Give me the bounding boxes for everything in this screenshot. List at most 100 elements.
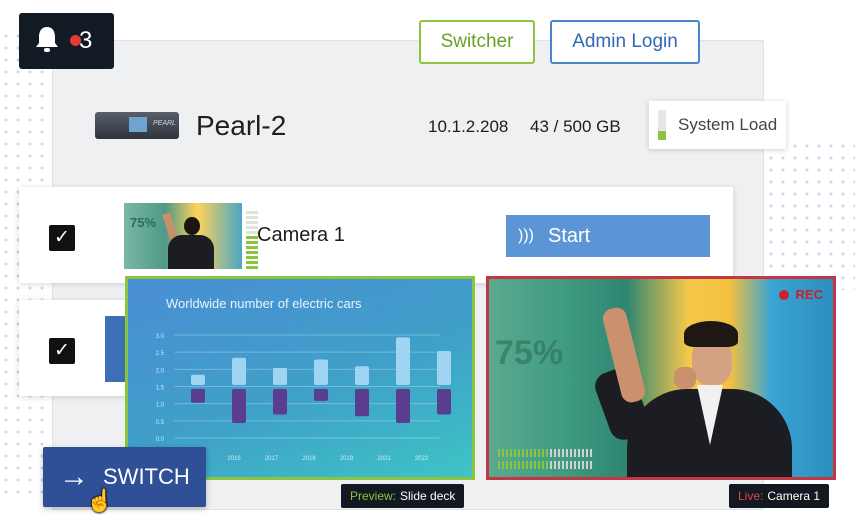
presenter-hair [684,321,738,347]
meter-segment [550,461,552,469]
device-ip: 10.1.2.208 [428,117,509,136]
bar-negative [396,389,410,423]
meter-segment [542,449,544,457]
meter-segment [506,461,508,469]
preview-tag-value: Slide deck [400,489,456,503]
notifications-button[interactable]: 3 [19,13,114,69]
x-tick-label: 2022 [415,456,429,462]
meter-segment [538,449,540,457]
x-tick-label: 2018 [302,456,316,462]
presenter-body [168,235,214,269]
preview-tag: Preview: Slide deck [341,484,465,508]
meter-segment [574,461,576,469]
presenter-head [184,217,200,235]
switch-button-label: SWITCH [103,464,190,489]
meter-segment [498,449,500,457]
meter-segment [510,461,512,469]
bar-negative [191,389,205,403]
bar-positive [437,351,451,385]
meter-segment [566,449,568,457]
meter-segment [546,449,548,457]
y-tick-label: 0.5 [156,420,165,426]
start-button-label: Start [547,224,591,247]
preview-tag-key: Preview: [350,489,397,503]
rec-label: REC [795,287,823,302]
broadcast-icon: ))) [518,227,534,244]
channel-thumbnail[interactable]: 75% [124,203,242,269]
meter-segment [506,449,508,457]
meter-segment [526,449,528,457]
meter-segment [526,461,528,469]
meter-segment [554,461,556,469]
rec-indicator: REC [778,287,823,302]
switch-button[interactable]: → SWITCH [43,447,206,507]
meter-segment [590,461,592,469]
device-storage: 43 / 500 GB [530,117,621,136]
x-tick-label: 2016 [227,456,241,462]
meter-segment [586,461,588,469]
channel-checkbox[interactable]: ✓ [49,338,75,364]
device-screen [129,117,147,132]
meter-segment [538,461,540,469]
meter-segment [554,449,556,457]
system-load-fill [658,131,666,140]
admin-login-button[interactable]: Admin Login [550,20,700,64]
switcher-button[interactable]: Switcher [419,20,535,64]
meter-segment [514,449,516,457]
bar-negative [355,389,369,417]
y-tick-label: 2.0 [156,368,165,374]
thumbnail-overlay-text: 75% [130,215,157,230]
arrow-right-icon: → [59,460,89,493]
meter-segment [514,461,516,469]
meter-segment [562,449,564,457]
meter-segment [518,461,520,469]
meter-segment [518,449,520,457]
meter-segment [558,449,560,457]
y-tick-label: 1.5 [156,386,165,392]
meter-segment [558,461,560,469]
live-monitor[interactable]: 75% REC [486,276,836,480]
meter-segment [498,461,500,469]
meter-segment [522,449,524,457]
meter-segment [550,449,552,457]
bar-negative [314,389,328,401]
bar-positive [191,374,205,385]
meter-segment [570,461,572,469]
channel-row: ✓ 75% Camera 1 ))) Start [19,187,733,283]
meter-segment [522,461,524,469]
x-tick-label: 2021 [377,456,391,462]
x-tick-label: 2017 [265,456,279,462]
meter-segment [502,461,504,469]
channel-name: Camera 1 [257,224,345,246]
meter-segment [582,449,584,457]
channel-checkbox[interactable]: ✓ [49,225,75,251]
live-tag: Live: Camera 1 [729,484,830,508]
notification-dot [70,35,81,46]
meter-segment [586,449,588,457]
notification-count: 3 [79,27,93,54]
channel-row: ✓ [19,300,129,396]
rec-dot-icon [778,289,789,300]
start-button[interactable]: ))) Start [506,215,710,257]
bar-negative [437,389,451,415]
live-overlay-text: 75% [495,334,564,372]
system-load-bar [658,110,666,140]
meter-segment [546,461,548,469]
meter-segment [590,449,592,457]
meter-segment [530,461,532,469]
meter-segment [570,449,572,457]
meter-segment [562,461,564,469]
meter-segment [502,449,504,457]
meter-segment [582,461,584,469]
bar-positive [396,337,410,385]
meter-segment [578,449,580,457]
system-load-label: System Load [678,115,778,134]
system-load-widget[interactable]: System Load [649,101,786,149]
y-tick-label: 2.5 [156,351,165,357]
bell-icon [33,24,61,59]
bar-positive [273,368,287,385]
x-tick-label: 2019 [340,456,354,462]
presenter-hand [674,367,696,389]
device-name: Pearl-2 [196,110,287,141]
device-image: PEARL [95,112,179,139]
